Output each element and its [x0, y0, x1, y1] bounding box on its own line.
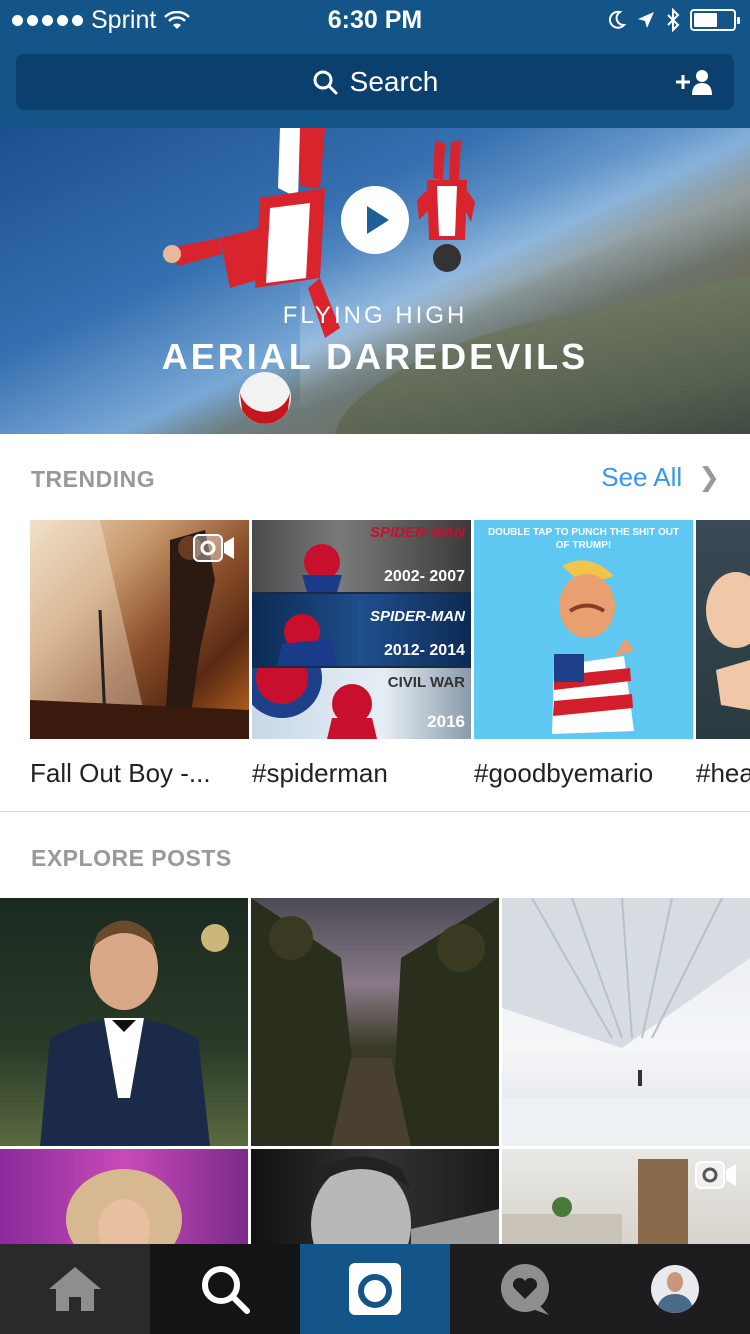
trending-caption-1[interactable]: Fall Out Boy -...: [30, 758, 211, 789]
tab-profile[interactable]: [600, 1244, 750, 1334]
skydiver-figure-small: [417, 140, 475, 272]
see-all-link[interactable]: See All ❯: [601, 462, 720, 493]
header: Sprint 6:30 PM Search: [0, 0, 750, 128]
spiderman-panel-1: SPIDER-MAN 2002- 2007: [252, 520, 471, 592]
explore-post-3[interactable]: [502, 898, 750, 1146]
explore-post-5[interactable]: [251, 1149, 499, 1244]
explore-post-6[interactable]: [502, 1149, 750, 1244]
cartoon-illustration: [552, 560, 634, 734]
video-icon: [695, 1161, 736, 1189]
featured-video-hero[interactable]: FLYING HIGH AERIAL DAREDEVILS: [0, 128, 750, 434]
sunflower-field-photo: [251, 898, 499, 1146]
see-all-label: See All: [601, 462, 683, 492]
battery-icon: [690, 9, 740, 31]
trending-label: TRENDING: [31, 466, 156, 492]
explore-post-2[interactable]: [251, 898, 499, 1146]
image-banner-text: DOUBLE TAP TO PUNCH THE SHIT OUT OF TRUM…: [487, 527, 680, 551]
spiderman-panel-3: CIVIL WAR 2016: [252, 638, 471, 739]
tab-home[interactable]: [0, 1244, 150, 1334]
play-icon[interactable]: [341, 186, 409, 254]
bluetooth-icon: [667, 8, 680, 32]
location-arrow-icon: [638, 12, 654, 28]
explore-post-1[interactable]: [0, 898, 248, 1146]
bw-portrait-photo: [311, 1156, 499, 1244]
tab-bar: [0, 1244, 750, 1334]
trending-caption-4[interactable]: #hea: [696, 758, 750, 789]
hero-title: AERIAL DAREDEVILS: [161, 336, 589, 377]
trending-tile-partial[interactable]: [696, 520, 750, 739]
skydiver-figure: [163, 128, 340, 424]
white-hall-photo: [502, 898, 750, 1146]
portrait-photo: [40, 920, 229, 1146]
video-icon: [193, 534, 234, 562]
camera-icon: [349, 1263, 401, 1315]
spiderman-panel-2: SPIDER-MAN 2012- 2014: [252, 594, 471, 666]
tab-search[interactable]: [150, 1244, 300, 1334]
image-credit: @ararjevi: [560, 725, 595, 734]
explore-post-4[interactable]: [0, 1149, 248, 1244]
section-divider: [0, 811, 750, 812]
explore-label: EXPLORE POSTS: [31, 845, 232, 871]
moon-icon: [609, 10, 626, 29]
add-user-icon[interactable]: [674, 68, 714, 96]
trending-caption-3[interactable]: #goodbyemario: [474, 758, 653, 789]
tab-camera[interactable]: [300, 1244, 450, 1334]
heart-bubble-icon: [501, 1264, 549, 1315]
search-bar[interactable]: Search: [16, 54, 734, 110]
trending-tile-fall-out-boy[interactable]: [30, 520, 249, 739]
home-icon: [49, 1267, 101, 1311]
search-icon: [202, 1266, 250, 1314]
status-bar: Sprint 6:30 PM: [0, 0, 750, 40]
tab-activity[interactable]: [450, 1244, 600, 1334]
search-icon: [313, 70, 338, 95]
chevron-right-icon: ❯: [698, 462, 720, 492]
trending-tile-goodbyemario[interactable]: DOUBLE TAP TO PUNCH THE SHIT OUT OF TRUM…: [474, 520, 693, 739]
trending-caption-2[interactable]: #spiderman: [252, 758, 388, 789]
hero-kicker: FLYING HIGH: [282, 302, 468, 329]
avatar: [651, 1265, 699, 1313]
search-input[interactable]: Search: [350, 66, 439, 98]
drag-queen-photo: [66, 1169, 182, 1244]
trending-tile-spiderman[interactable]: SPIDER-MAN 2002- 2007 SPIDER-MAN 2012- 2…: [252, 520, 471, 739]
